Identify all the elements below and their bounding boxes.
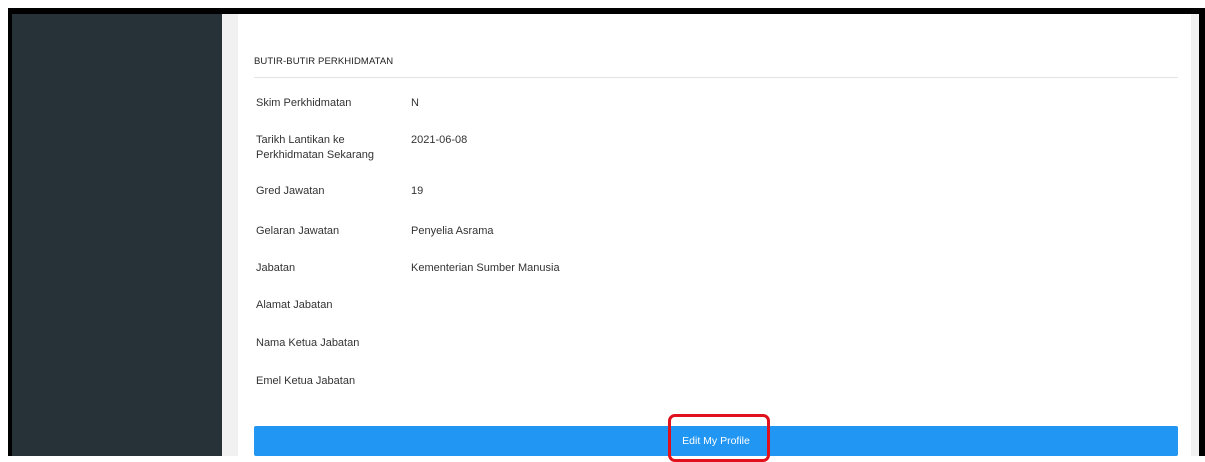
field-label-jabatan: Jabatan [256, 262, 296, 274]
field-value-skim: N [411, 97, 419, 109]
field-label-skim: Skim Perkhidmatan [256, 97, 352, 109]
window-border-right [1199, 8, 1205, 456]
field-label-tarikh-lantikan: Tarikh Lantikan ke Perkhidmatan Sekarang [256, 134, 375, 161]
field-value-tarikh-lantikan: 2021-06-08 [411, 134, 468, 146]
field-label-emel-ketua: Emel Ketua Jabatan [256, 375, 356, 387]
field-value-gred: 19 [411, 185, 424, 197]
edit-profile-button[interactable]: Edit My Profile [254, 426, 1178, 456]
sidebar [12, 14, 222, 456]
field-value-jabatan: Kementerian Sumber Manusia [411, 262, 560, 274]
section-divider [254, 77, 1178, 78]
field-label-gred: Gred Jawatan [256, 185, 325, 197]
section-title: BUTIR-BUTIR PERKHIDMATAN [254, 56, 394, 67]
field-value-gelaran: Penyelia Asrama [411, 225, 494, 237]
field-label-alamat-jabatan: Alamat Jabatan [256, 299, 333, 311]
field-label-nama-ketua: Nama Ketua Jabatan [256, 337, 360, 349]
field-label-gelaran: Gelaran Jawatan [256, 225, 340, 237]
window-border-left [8, 8, 12, 456]
window-border-top [8, 8, 1201, 14]
